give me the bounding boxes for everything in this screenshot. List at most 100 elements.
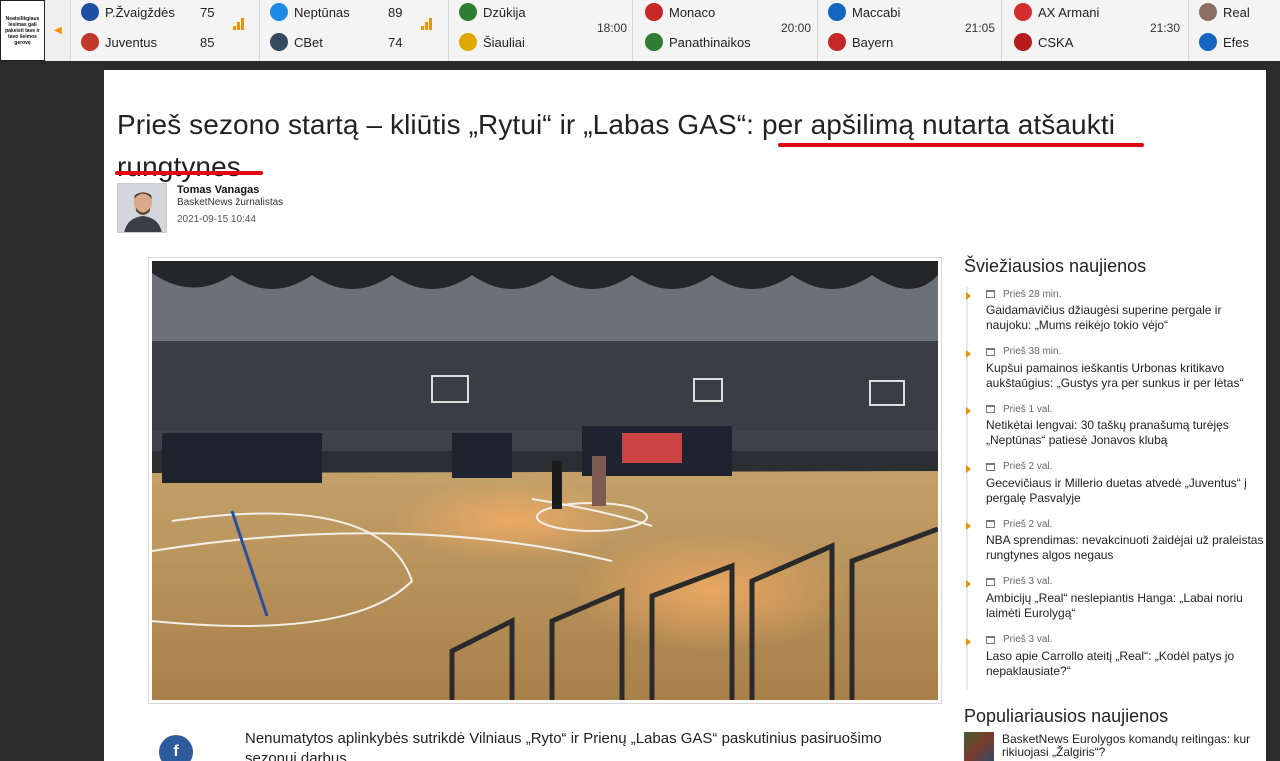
match-card[interactable]: Real Efes xyxy=(1188,0,1280,61)
calendar-icon xyxy=(986,520,995,529)
author-name[interactable]: Tomas Vanagas xyxy=(177,184,259,196)
bullet-icon xyxy=(966,522,971,531)
team-logo-icon xyxy=(645,3,663,21)
team-name: Bayern xyxy=(852,34,894,50)
facebook-share-button[interactable]: f xyxy=(159,735,193,761)
team-name: Efes xyxy=(1223,34,1250,50)
calendar-icon xyxy=(986,405,995,414)
article-card: Prieš sezono startą – kliūtis „Rytui“ ir… xyxy=(104,70,1266,761)
news-title[interactable]: Ambicijų „Real“ neslepiantis Hanga: „Lab… xyxy=(986,591,1266,621)
highlight-underline xyxy=(778,143,1144,147)
news-time: Prieš 2 val. xyxy=(1003,461,1053,473)
match-card[interactable]: P.Žvaigždės Juventus 75 85 xyxy=(70,0,259,61)
bullet-icon xyxy=(966,407,971,416)
fresh-news-heading: Šviežiausios naujienos xyxy=(964,256,1147,276)
list-item[interactable]: Prieš 2 val. NBA sprendimas: nevakcinuot… xyxy=(966,517,1266,575)
news-thumbnail[interactable] xyxy=(964,732,994,761)
article-lead: Nenumatytos aplinkybės sutrikdė Vilniaus… xyxy=(245,730,882,761)
news-title[interactable]: Kupšui pamainos ieškantis Urbonas kritik… xyxy=(986,361,1266,391)
bullet-icon xyxy=(966,292,971,300)
team-logo-icon xyxy=(645,33,663,51)
article-date: 2021-09-15 10:44 xyxy=(177,214,256,225)
bullet-icon xyxy=(966,464,971,473)
list-item[interactable]: Prieš 3 val. Laso apie Carrollo ateitį „… xyxy=(966,633,1266,691)
fresh-news-list: Prieš 28 min. Gaidamavičius džiaugėsi su… xyxy=(966,287,1266,691)
news-time: Prieš 2 val. xyxy=(1003,518,1053,530)
match-time: 20:00 xyxy=(781,21,812,35)
team-logo-icon xyxy=(1199,3,1217,21)
team-name: P.Žvaigždės xyxy=(105,4,175,20)
team-logo-icon xyxy=(81,33,99,51)
live-stats-icon[interactable] xyxy=(233,18,245,30)
list-item[interactable]: Prieš 28 min. Gaidamavičius džiaugėsi su… xyxy=(966,287,1266,345)
team-logo-icon xyxy=(1199,33,1217,51)
article-hero-image[interactable] xyxy=(148,257,942,704)
match-time: 21:30 xyxy=(1150,21,1181,35)
news-time: Prieš 38 min. xyxy=(1003,346,1062,358)
match-card[interactable]: Monaco Panathinaikos 20:00 xyxy=(632,0,817,61)
team-name: AX Armani xyxy=(1038,4,1100,20)
bullet-icon xyxy=(966,637,971,646)
match-card[interactable]: AX Armani CSKA 21:30 xyxy=(1001,0,1188,61)
calendar-icon xyxy=(986,347,995,356)
promo-banner[interactable]: Neatsilikgiaus lesimas gali pakeisti tav… xyxy=(0,0,45,61)
bullet-icon xyxy=(966,579,971,588)
fresh-news-sidebar: Šviežiausios naujienos Prieš 28 min. Gai… xyxy=(964,256,1266,691)
team-logo-icon xyxy=(828,3,846,21)
live-stats-icon[interactable] xyxy=(421,18,433,30)
team-logo-icon xyxy=(270,33,288,51)
team-name: Real xyxy=(1223,4,1250,20)
team-score: 89 xyxy=(388,5,403,20)
news-time: Prieš 3 val. xyxy=(1003,634,1053,646)
author-avatar[interactable] xyxy=(117,183,167,233)
list-item[interactable]: Prieš 1 val. Netikėtai lengvai: 30 taškų… xyxy=(966,402,1266,460)
team-name: CSKA xyxy=(1038,34,1074,50)
team-logo-icon xyxy=(1014,3,1032,21)
team-name: Panathinaikos xyxy=(669,34,751,50)
list-item[interactable]: Prieš 3 val. Ambicijų „Real“ neslepianti… xyxy=(966,575,1266,633)
match-time: 18:00 xyxy=(597,21,628,35)
team-logo-icon xyxy=(828,33,846,51)
news-time: Prieš 3 val. xyxy=(1003,576,1053,588)
highlight-underline xyxy=(115,171,263,175)
team-name: Maccabi xyxy=(852,4,901,20)
team-logo-icon xyxy=(270,3,288,21)
news-title[interactable]: BasketNews Eurolygos komandų reitingas: … xyxy=(1002,733,1264,759)
list-item[interactable]: Prieš 2 val. Gecevičiaus ir Millerio due… xyxy=(966,460,1266,518)
news-title[interactable]: Gecevičiaus ir Millerio duetas atvedė „J… xyxy=(986,476,1266,506)
match-card[interactable]: Dzūkija Šiauliai 18:00 xyxy=(448,0,632,61)
team-score: 74 xyxy=(388,35,403,50)
team-logo-icon xyxy=(81,3,99,21)
calendar-icon xyxy=(986,577,995,586)
team-score: 75 xyxy=(200,5,215,20)
author-role: BasketNews žurnalistas xyxy=(177,197,284,208)
team-name: Juventus xyxy=(105,34,158,50)
calendar-icon xyxy=(986,290,995,298)
team-name: Monaco xyxy=(669,4,716,20)
news-title[interactable]: Gaidamavičius džiaugėsi superine pergale… xyxy=(986,303,1266,333)
arena-photo xyxy=(152,261,938,700)
match-card[interactable]: Maccabi Bayern 21:05 xyxy=(817,0,1001,61)
popular-news-item[interactable]: BasketNews Eurolygos komandų reitingas: … xyxy=(964,732,1264,761)
bullet-icon xyxy=(966,349,971,358)
team-name: Šiauliai xyxy=(483,34,525,50)
team-logo-icon xyxy=(459,33,477,51)
team-name: Neptūnas xyxy=(294,4,350,20)
team-name: Dzūkija xyxy=(483,4,526,20)
news-title[interactable]: Laso apie Carrollo ateitį „Real“: „Kodėl… xyxy=(986,649,1266,679)
team-score: 85 xyxy=(200,35,215,50)
popular-news-heading: Populiariausios naujienos xyxy=(964,706,1169,726)
match-card[interactable]: Neptūnas CBet 89 74 xyxy=(259,0,448,61)
calendar-icon xyxy=(986,635,995,644)
news-title[interactable]: NBA sprendimas: nevakcinuoti žaidėjai už… xyxy=(986,533,1266,563)
match-time: 21:05 xyxy=(965,21,996,35)
team-logo-icon xyxy=(459,3,477,21)
team-name: CBet xyxy=(294,34,323,50)
list-item[interactable]: Prieš 38 min. Kupšui pamainos ieškantis … xyxy=(966,345,1266,403)
news-title[interactable]: Netikėtai lengvai: 30 taškų pranašumą tu… xyxy=(986,418,1266,448)
news-time: Prieš 1 val. xyxy=(1003,403,1053,415)
news-time: Prieš 28 min. xyxy=(1003,288,1062,300)
team-logo-icon xyxy=(1014,33,1032,51)
calendar-icon xyxy=(986,462,995,471)
ticker-prev-arrow-icon[interactable]: ◀ xyxy=(46,0,70,61)
